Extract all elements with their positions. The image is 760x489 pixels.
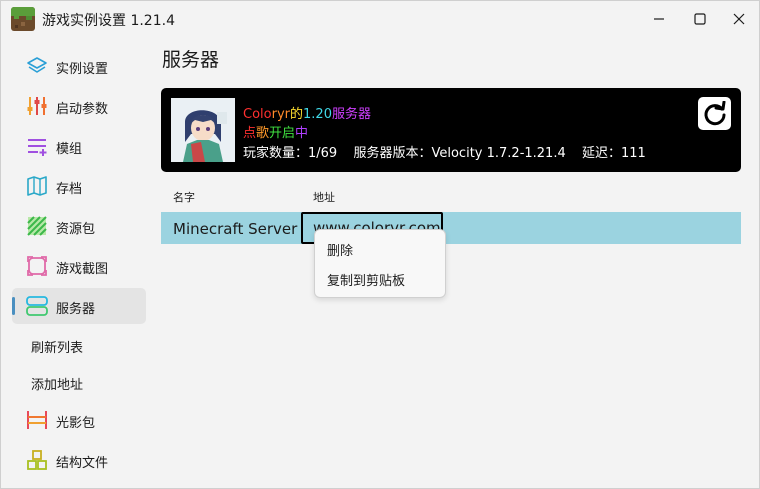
sidebar-item-shader-packs[interactable]: 光影包: [12, 402, 146, 438]
map-icon: [27, 176, 47, 196]
maximize-button[interactable]: [680, 1, 720, 37]
sidebar-item-structure-files[interactable]: 结构文件: [12, 442, 146, 478]
server-version: 服务器版本：Velocity 1.7.2-1.21.4: [353, 146, 566, 161]
column-header-name[interactable]: 名字: [173, 189, 195, 205]
motd-text: 中: [295, 126, 309, 141]
refresh-icon: [704, 100, 725, 125]
sidebar-item-label: 结构文件: [56, 456, 109, 471]
layers-icon: [27, 57, 47, 73]
menu-item-label: 删除: [327, 244, 354, 259]
motd-text: 1.20: [303, 107, 332, 122]
minecraft-grass-block-icon: [11, 7, 35, 31]
texture-icon: [27, 216, 47, 236]
minimize-icon: [654, 18, 664, 20]
title-bar: 游戏实例设置 1.21.4: [1, 1, 759, 37]
server-info-card: Coloryr的1.20服务器 点歌开启中 玩家数量：1/69 服务器版本：Ve…: [161, 88, 741, 172]
server-motd-line2: 点歌开启中: [243, 122, 308, 141]
maximize-icon: [694, 13, 706, 25]
list-add-icon: [28, 139, 47, 156]
add-address-button[interactable]: 添加地址: [31, 374, 83, 393]
sidebar-item-servers[interactable]: 服务器: [12, 288, 146, 324]
column-header-address[interactable]: 地址: [313, 189, 335, 205]
menu-item-copy-to-clipboard[interactable]: 复制到剪贴板: [315, 264, 445, 292]
server-motd-line1: Coloryr的1.20服务器: [243, 103, 371, 122]
close-button[interactable]: [719, 1, 759, 37]
server-latency: 延迟：111: [582, 146, 646, 161]
sidebar-item-label: 启动参数: [56, 102, 109, 117]
server-icon: [26, 296, 48, 316]
menu-item-delete[interactable]: 删除: [315, 234, 445, 262]
sidebar-item-screenshots[interactable]: 游戏截图: [12, 248, 146, 284]
sidebar-item-mods[interactable]: 模组: [12, 128, 146, 164]
refresh-server-button[interactable]: [698, 97, 731, 130]
minimize-button[interactable]: [639, 1, 679, 37]
motd-text: 歌: [256, 126, 270, 141]
motd-text: Colo: [243, 107, 272, 122]
motd-text: 服务器: [331, 107, 371, 122]
blocks-icon: [27, 450, 47, 470]
sidebar-item-label: 光影包: [56, 416, 96, 431]
motd-text: 点: [243, 126, 257, 141]
table-row[interactable]: Minecraft Server www.colorvr.com: [161, 212, 741, 244]
sliders-icon: [27, 97, 47, 115]
sidebar-item-label: 实例设置: [56, 62, 109, 77]
motd-text: 开启: [269, 126, 296, 141]
motd-text: ryr: [271, 107, 290, 122]
refresh-list-button[interactable]: 刷新列表: [31, 337, 83, 356]
server-avatar-image: [171, 98, 235, 162]
active-indicator: [12, 297, 15, 315]
player-count: 玩家数量：1/69: [243, 146, 338, 161]
context-menu: 删除 复制到剪贴板: [314, 229, 446, 298]
sidebar-item-saves[interactable]: 存档: [12, 168, 146, 204]
motd-text: 的: [290, 107, 304, 122]
sidebar-item-label: 资源包: [56, 222, 96, 237]
sidebar-item-label: 游戏截图: [56, 262, 109, 277]
window-title: 游戏实例设置 1.21.4: [42, 13, 175, 29]
menu-item-label: 复制到剪贴板: [327, 274, 406, 289]
sidebar-item-label: 模组: [56, 142, 83, 157]
page-title: 服务器: [162, 49, 220, 71]
sidebar-item-instance-settings[interactable]: 实例设置: [12, 48, 146, 84]
sidebar-item-label: 存档: [56, 182, 83, 197]
shader-icon: [27, 411, 47, 429]
server-name-cell[interactable]: Minecraft Server: [173, 220, 297, 238]
screenshot-icon: [27, 256, 47, 276]
sidebar-item-label: 服务器: [56, 302, 96, 317]
sidebar-item-resource-packs[interactable]: 资源包: [12, 208, 146, 244]
window: 游戏实例设置 1.21.4 实例设置 启动参数 模组 存档 资源包 游戏截图 服…: [0, 0, 760, 489]
sidebar-item-launch-args[interactable]: 启动参数: [12, 88, 146, 124]
close-icon: [733, 13, 745, 25]
server-stats: 玩家数量：1/69 服务器版本：Velocity 1.7.2-1.21.4 延迟…: [243, 142, 646, 161]
